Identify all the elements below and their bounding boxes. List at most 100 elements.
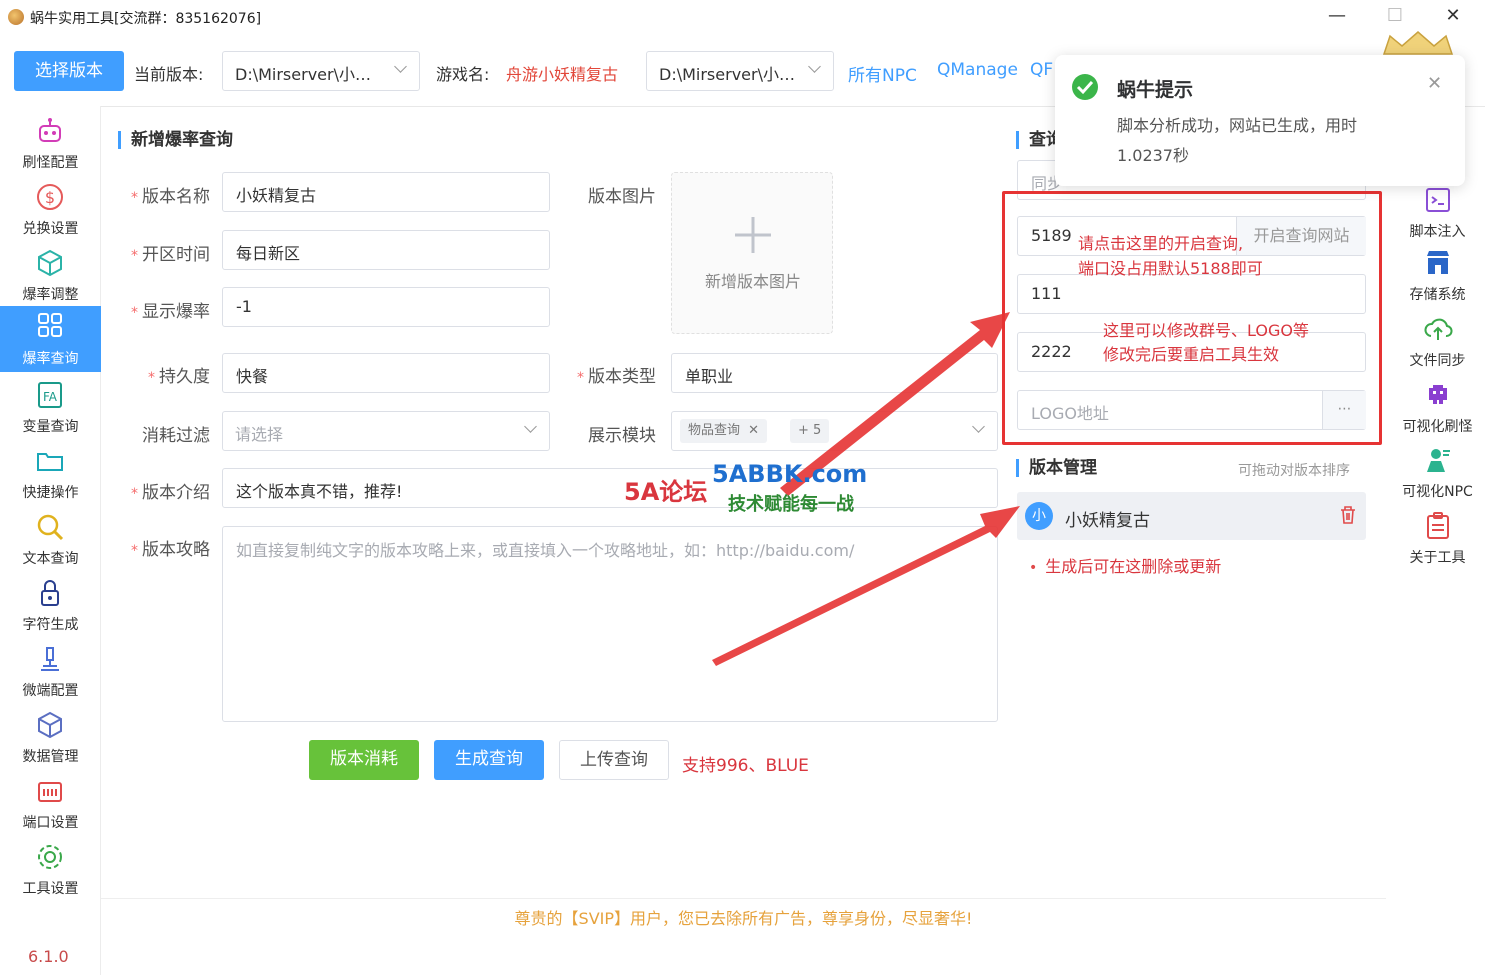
close-window-button[interactable]: ✕ bbox=[1433, 4, 1473, 30]
sidebar-item-spawn-config[interactable]: 刷怪配置 bbox=[0, 112, 101, 174]
generate-query-button[interactable]: 生成查询 bbox=[434, 740, 544, 780]
chevron-down-icon bbox=[524, 420, 537, 433]
add-image-text: 新增版本图片 bbox=[704, 272, 801, 291]
title-bar: 蜗牛实用工具[交流群：835162076] — ☐ ✕ bbox=[0, 0, 1485, 34]
sidebar-item-tool-settings[interactable]: 工具设置 bbox=[0, 838, 101, 900]
sidebar-item-label: 爆率查询 bbox=[22, 351, 79, 367]
notification-message-line2: 1.0237秒 bbox=[1117, 146, 1189, 165]
sidebar-item-label: 刷怪配置 bbox=[22, 155, 79, 171]
consume-filter-select[interactable]: 请选择 bbox=[222, 411, 550, 451]
right-item-label: 关于工具 bbox=[1409, 550, 1466, 566]
watermark-logo: 5A论坛 5ABBK.com 技术赋能每一战 bbox=[624, 460, 868, 518]
version-item-name: 小妖精复古 bbox=[1065, 511, 1150, 531]
variable-icon: FA bbox=[38, 382, 62, 408]
gear-icon bbox=[38, 845, 62, 869]
right-item-file-sync[interactable]: 文件同步 bbox=[1390, 314, 1485, 376]
footer: 尊贵的【SVIP】用户，您已去除所有广告，尊享身份，尽显奢华! bbox=[101, 898, 1386, 973]
durability-input[interactable]: 快餐 bbox=[222, 353, 550, 393]
app-logo-icon bbox=[8, 9, 24, 25]
drag-sort-hint: 可拖动对版本排序 bbox=[1238, 463, 1350, 479]
close-icon[interactable]: ✕ bbox=[1427, 73, 1442, 94]
sidebar-item-text-query[interactable]: 文本查询 bbox=[0, 508, 101, 570]
notification-toast: 蜗牛提示 ✕ 脚本分析成功，网站已生成，用时 1.0237秒 bbox=[1055, 55, 1465, 186]
version-name-input[interactable]: 小妖精复古 bbox=[222, 172, 550, 212]
show-rate-label: * 显示爆率 bbox=[131, 302, 210, 322]
version-name-label: * 版本名称 bbox=[131, 187, 210, 207]
store-icon bbox=[1427, 251, 1449, 274]
version-list-item[interactable]: 小 小妖精复古 bbox=[1017, 492, 1366, 540]
durability-label: * 持久度 bbox=[148, 367, 210, 387]
version-image-label: 版本图片 bbox=[588, 187, 656, 207]
sidebar-item-char-gen[interactable]: 字符生成 bbox=[0, 574, 101, 636]
watermark-brand: 5A论坛 bbox=[624, 478, 708, 506]
annotation-text-1b: 端口没占用默认5188即可 bbox=[1078, 259, 1263, 278]
right-item-storage[interactable]: 存储系统 bbox=[1390, 248, 1485, 310]
crown-icon bbox=[1382, 31, 1454, 55]
current-version-select[interactable]: D:\Mirserver\小… bbox=[222, 51, 420, 91]
path-select[interactable]: D:\Mirserver\小… bbox=[646, 51, 834, 91]
game-name-value: 舟游小妖精复古 bbox=[506, 65, 619, 84]
sidebar-item-label: 端口设置 bbox=[22, 815, 79, 831]
watermark-site: 5ABBK.com bbox=[712, 460, 868, 488]
terminal-icon bbox=[1426, 188, 1450, 212]
microscope-icon bbox=[41, 647, 59, 671]
right-item-script-inject[interactable]: 脚本注入 bbox=[1390, 185, 1485, 247]
display-module-label: 展示模块 bbox=[588, 426, 656, 446]
plus-icon bbox=[735, 217, 771, 253]
right-item-label: 存储系统 bbox=[1409, 287, 1466, 303]
link-all-npc[interactable]: 所有NPC bbox=[848, 61, 917, 86]
port-icon bbox=[38, 782, 62, 802]
notification-message-line1: 脚本分析成功，网站已生成，用时 bbox=[1117, 116, 1358, 135]
select-version-button[interactable]: 选择版本 bbox=[14, 51, 124, 91]
version-type-label: * 版本类型 bbox=[577, 367, 656, 387]
right-item-label: 可视化NPC bbox=[1402, 484, 1473, 500]
sidebar-item-quick-ops[interactable]: 快捷操作 bbox=[0, 442, 101, 504]
link-qmanage[interactable]: QManage bbox=[937, 60, 1018, 80]
link-qf[interactable]: QF bbox=[1030, 60, 1053, 80]
search-icon bbox=[37, 514, 64, 541]
folder-icon bbox=[37, 453, 63, 471]
sidebar-item-rate-adjust[interactable]: 爆率调整 bbox=[0, 244, 101, 306]
delete-update-note: • 生成后可在这删除或更新 bbox=[1029, 557, 1222, 576]
grid-search-icon bbox=[38, 313, 62, 337]
notification-title: 蜗牛提示 bbox=[1117, 79, 1194, 101]
version-consume-button[interactable]: 版本消耗 bbox=[309, 740, 419, 780]
upload-query-button[interactable]: 上传查询 bbox=[559, 740, 669, 780]
trash-icon[interactable] bbox=[1339, 505, 1357, 525]
annotation-text-1a: 请点击这里的开启查询, bbox=[1078, 234, 1244, 253]
sidebar-item-data-manage[interactable]: 数据管理 bbox=[0, 706, 101, 768]
support-text: 支持996、BLUE bbox=[682, 756, 809, 776]
sidebar-item-label: 微端配置 bbox=[22, 683, 79, 699]
chevron-down-icon bbox=[394, 60, 407, 73]
maximize-button[interactable]: ☐ bbox=[1375, 4, 1415, 30]
current-version-label: 当前版本: bbox=[134, 65, 204, 84]
version-guide-label: * 版本攻略 bbox=[131, 540, 210, 560]
invader-icon bbox=[1429, 385, 1447, 404]
sidebar-item-label: 兑换设置 bbox=[22, 221, 79, 237]
success-check-icon bbox=[1072, 74, 1098, 100]
svip-notice: 尊贵的【SVIP】用户，您已去除所有广告，尊享身份，尽显奢华! bbox=[514, 909, 973, 928]
sidebar-item-variable-query[interactable]: FA 变量查询 bbox=[0, 376, 101, 438]
sidebar-item-port-settings[interactable]: 端口设置 bbox=[0, 772, 101, 834]
show-rate-input[interactable]: -1 bbox=[222, 287, 550, 327]
box-icon bbox=[38, 249, 62, 277]
chevron-down-icon bbox=[808, 60, 821, 73]
sidebar-item-micro-config[interactable]: 微端配置 bbox=[0, 640, 101, 702]
sidebar-item-rate-query[interactable]: 爆率查询 bbox=[0, 306, 101, 372]
right-item-visual-npc[interactable]: 可视化NPC bbox=[1390, 445, 1485, 507]
sidebar-item-exchange[interactable]: $ 兑换设置 bbox=[0, 178, 101, 240]
clipboard-icon bbox=[1427, 512, 1449, 539]
open-time-label: * 开区时间 bbox=[131, 245, 210, 265]
open-time-input[interactable]: 每日新区 bbox=[222, 230, 550, 270]
watermark-slogan: 技术赋能每一战 bbox=[728, 494, 854, 515]
right-item-about[interactable]: 关于工具 bbox=[1390, 511, 1485, 573]
sidebar-item-label: 爆率调整 bbox=[22, 287, 79, 303]
minimize-button[interactable]: — bbox=[1317, 4, 1357, 30]
right-item-visual-spawn[interactable]: 可视化刷怪 bbox=[1390, 380, 1485, 442]
cube-icon bbox=[38, 711, 62, 739]
svg-text:FA: FA bbox=[43, 390, 58, 404]
sidebar-item-label: 字符生成 bbox=[22, 617, 79, 633]
lock-icon bbox=[41, 580, 59, 606]
robot-icon bbox=[39, 118, 61, 142]
right-item-label: 可视化刷怪 bbox=[1402, 419, 1473, 435]
